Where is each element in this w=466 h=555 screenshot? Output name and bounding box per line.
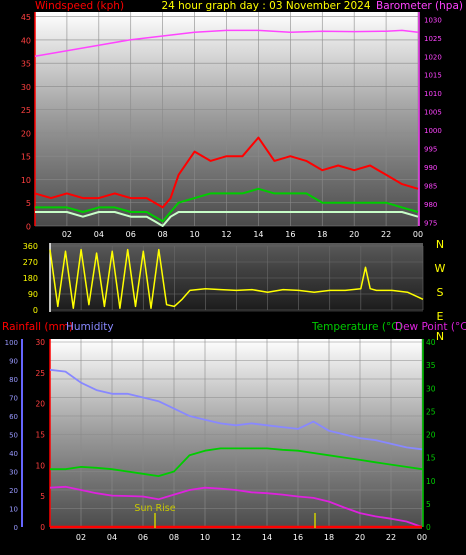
x-tick-label: 18	[324, 533, 334, 542]
x-tick-label: 08	[169, 533, 179, 542]
humidity-axis-label: Humidity	[66, 321, 114, 333]
y-tick-label-humidity: 0	[14, 524, 18, 532]
y-tick-label-direction: 0	[33, 306, 38, 315]
x-tick-label: 22	[381, 230, 391, 239]
x-tick-label: 20	[355, 533, 365, 542]
y-tick-label-temperature: 0	[426, 523, 431, 532]
x-tick-label: 12	[221, 230, 231, 239]
windspeed-axis-label: Windspeed (kph)	[35, 0, 124, 12]
y-tick-label-temperature: 40	[426, 338, 436, 347]
compass-label: N	[436, 238, 444, 251]
y-tick-label-temperature: 10	[426, 477, 436, 486]
x-tick-label: 04	[94, 230, 104, 239]
x-tick-label: 22	[386, 533, 396, 542]
y-tick-label-windspeed: 0	[26, 223, 31, 232]
x-tick-label: 16	[293, 533, 303, 542]
compass-label: W	[435, 262, 446, 275]
temperature-axis-label: Temperature (°C)	[311, 321, 403, 333]
y-tick-label-windspeed: 25	[21, 106, 31, 115]
y-tick-label-rainfall: 0	[40, 523, 45, 532]
y-tick-label-barometer: 1030	[424, 16, 442, 24]
y-tick-label-humidity: 80	[9, 376, 18, 384]
y-tick-label-rainfall: 15	[35, 431, 45, 440]
dew-point-axis-label: Dew Point (°C)	[395, 321, 466, 333]
y-tick-label-temperature: 30	[426, 384, 436, 393]
y-tick-label-direction: 360	[23, 242, 38, 251]
x-tick-label: 02	[62, 230, 72, 239]
y-tick-label-rainfall: 10	[35, 461, 45, 470]
y-tick-label-windspeed: 10	[21, 176, 31, 185]
y-tick-label-humidity: 10	[9, 506, 18, 514]
y-tick-label-windspeed: 45	[21, 13, 31, 22]
y-tick-label-rainfall: 5	[40, 492, 45, 501]
y-tick-label-barometer: 995	[424, 146, 437, 154]
y-tick-label-barometer: 1005	[424, 109, 442, 117]
y-tick-label-barometer: 985	[424, 182, 437, 190]
y-tick-label-barometer: 990	[424, 164, 437, 172]
x-tick-label: 16	[285, 230, 295, 239]
y-tick-label-rainfall: 20	[35, 400, 45, 409]
x-tick-label: 02	[76, 533, 86, 542]
y-tick-label-temperature: 25	[426, 407, 436, 416]
x-tick-label: 10	[189, 230, 199, 239]
y-tick-label-rainfall: 25	[35, 369, 45, 378]
y-tick-label-windspeed: 30	[21, 83, 31, 92]
y-tick-label-windspeed: 35	[21, 60, 31, 69]
y-tick-label-temperature: 15	[426, 454, 436, 463]
x-tick-label: 14	[262, 533, 272, 542]
y-tick-label-windspeed: 5	[26, 199, 31, 208]
y-tick-label-humidity: 50	[9, 432, 18, 440]
y-tick-label-humidity: 40	[9, 450, 18, 458]
x-tick-label: 18	[317, 230, 327, 239]
barometer-axis-label: Barometer (hpa)	[376, 0, 463, 12]
y-tick-label-humidity: 60	[9, 413, 18, 421]
y-tick-label-barometer: 1000	[424, 127, 442, 135]
y-tick-label-barometer: 980	[424, 201, 437, 209]
y-tick-label-temperature: 35	[426, 361, 436, 370]
y-tick-label-barometer: 1010	[424, 90, 442, 98]
y-tick-label-direction: 180	[23, 274, 38, 283]
y-tick-label-humidity: 90	[9, 358, 18, 366]
x-tick-label: 00	[417, 533, 427, 542]
y-tick-label-humidity: 100	[5, 339, 18, 347]
x-tick-label: 00	[413, 230, 423, 239]
y-tick-label-humidity: 70	[9, 395, 18, 403]
y-tick-label-barometer: 975	[424, 219, 437, 227]
y-tick-label-windspeed: 15	[21, 153, 31, 162]
y-tick-label-windspeed: 40	[21, 36, 31, 45]
x-tick-label: 10	[200, 533, 210, 542]
y-tick-label-temperature: 20	[426, 431, 436, 440]
y-tick-label-windspeed: 20	[21, 129, 31, 138]
x-tick-label: 06	[126, 230, 136, 239]
y-tick-label-barometer: 1020	[424, 53, 442, 61]
weather-graph: Windspeed (kph) 24 hour graph day : 03 N…	[2, 0, 466, 542]
sunrise-annotation: Sun Rise	[134, 503, 175, 514]
y-tick-label-rainfall: 30	[35, 338, 45, 347]
y-tick-label-direction: 90	[28, 290, 38, 299]
x-tick-label: 12	[231, 533, 241, 542]
chart-title: 24 hour graph day : 03 November 2024	[161, 0, 370, 12]
x-tick-label: 14	[253, 230, 263, 239]
y-tick-label-humidity: 20	[9, 487, 18, 495]
y-tick-label-barometer: 1015	[424, 72, 442, 80]
y-tick-label-barometer: 1025	[424, 35, 442, 43]
x-tick-label: 04	[107, 533, 117, 542]
compass-label: S	[437, 286, 444, 299]
x-tick-label: 08	[158, 230, 168, 239]
x-tick-label: 20	[349, 230, 359, 239]
rainfall-axis-label: Rainfall (mm)	[2, 321, 73, 333]
y-tick-label-humidity: 30	[9, 469, 18, 477]
y-tick-label-temperature: 5	[426, 500, 431, 509]
x-tick-label: 06	[138, 533, 148, 542]
y-tick-label-direction: 270	[23, 258, 38, 267]
